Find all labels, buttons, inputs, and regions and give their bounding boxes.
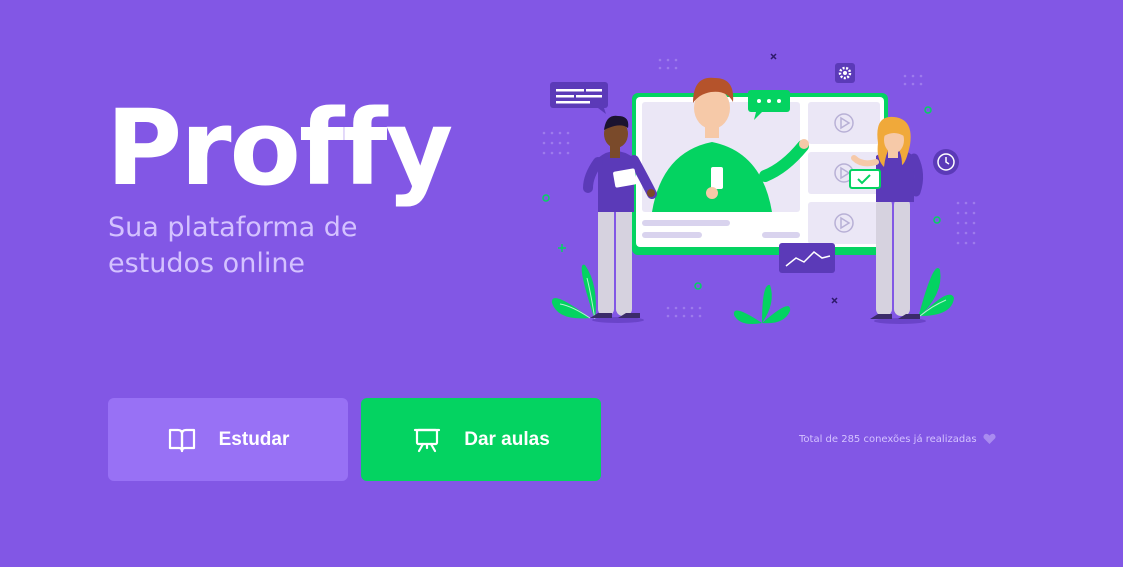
study-button[interactable]: Estudar [108, 398, 348, 481]
presentation-board-icon [414, 428, 441, 452]
purple-heart-icon [982, 433, 996, 444]
logo-container: Proffy [106, 87, 453, 209]
teach-button-label: Dar aulas [464, 428, 550, 450]
total-connections-text: Total de 285 conexões já realizadas [799, 433, 977, 445]
logo-text: Proffy [106, 87, 453, 209]
total-connections: Total de 285 conexões já realizadas [799, 433, 996, 445]
teach-button[interactable]: Dar aulas [361, 398, 601, 481]
book-open-icon [168, 428, 195, 452]
tagline: Sua plataforma de estudos online [108, 212, 358, 279]
study-button-label: Estudar [218, 428, 290, 450]
hero-illustration [542, 53, 976, 324]
